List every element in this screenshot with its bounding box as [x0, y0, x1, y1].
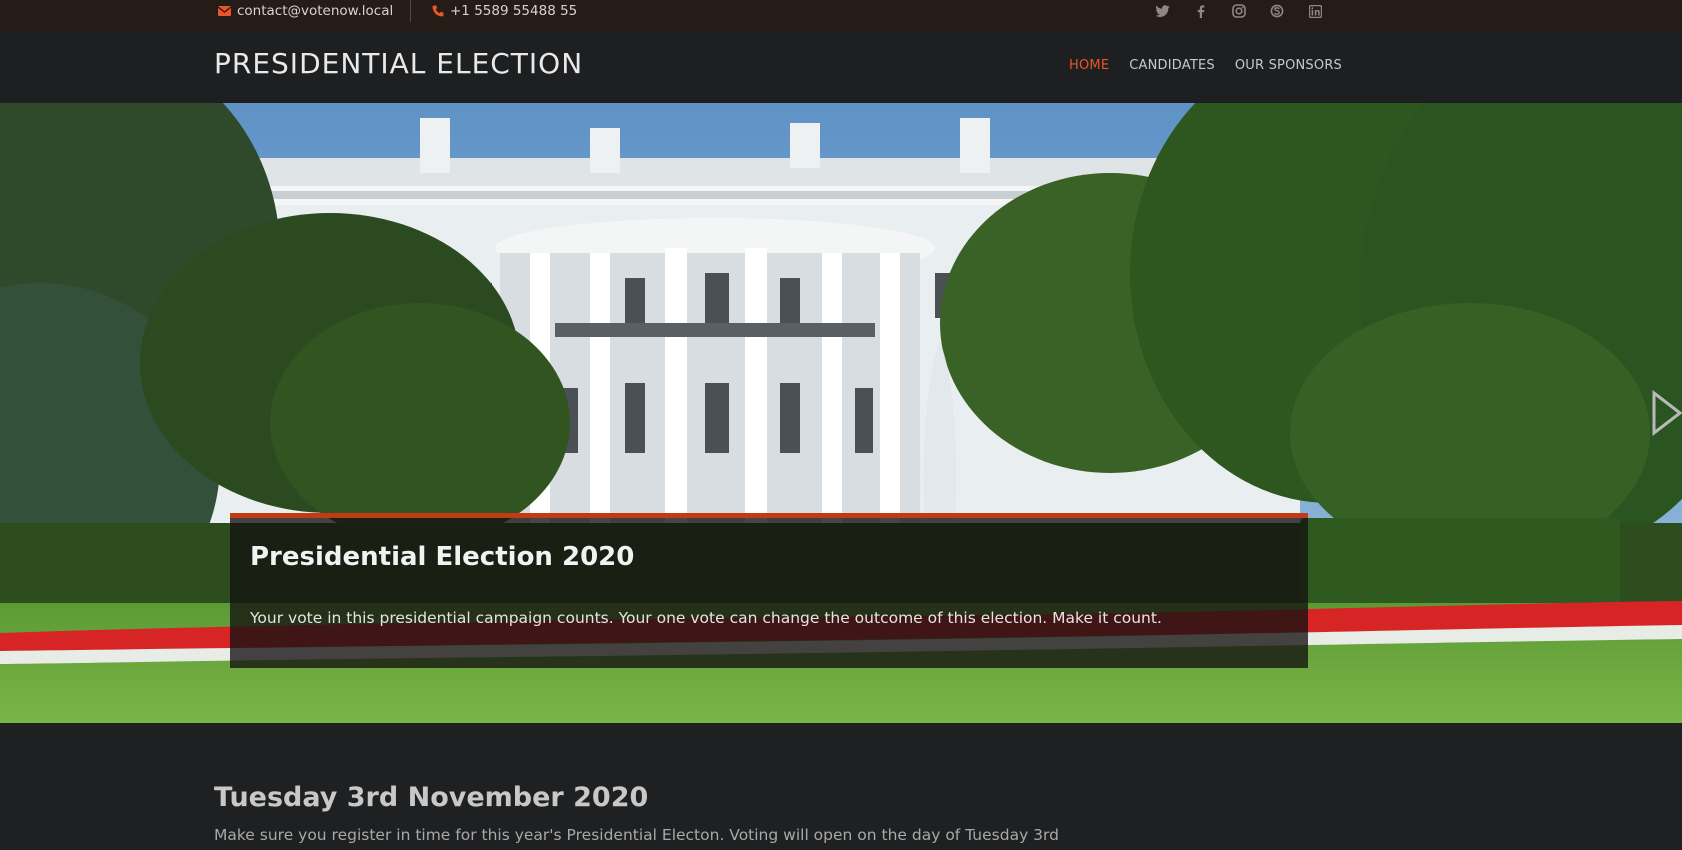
- twitter-icon[interactable]: [1144, 3, 1182, 19]
- social-links: [1144, 3, 1334, 19]
- slider-next-arrow[interactable]: [1650, 389, 1682, 440]
- instagram-icon[interactable]: [1220, 3, 1258, 19]
- nav-home[interactable]: HOME: [1069, 58, 1109, 73]
- top-contact-bar: contact@votenow.local +1 5589 55488 55: [0, 0, 1682, 32]
- event-date-title: Tuesday 3rd November 2020: [214, 782, 649, 813]
- email-text: contact@votenow.local: [237, 3, 394, 19]
- phone-text: +1 5589 55488 55: [450, 3, 578, 19]
- hero-slider: Presidential Election 2020 Your vote in …: [0, 103, 1682, 723]
- facebook-icon[interactable]: [1182, 3, 1220, 19]
- chevron-right-icon: [1652, 389, 1682, 437]
- nav-candidates[interactable]: CANDIDATES: [1129, 58, 1215, 73]
- hero-text: Your vote in this presidential campaign …: [250, 609, 1162, 627]
- site-brand[interactable]: PRESIDENTIAL ELECTION: [214, 50, 583, 78]
- hero-caption: Presidential Election 2020 Your vote in …: [230, 513, 1308, 668]
- skype-icon[interactable]: [1258, 3, 1296, 19]
- linkedin-icon[interactable]: [1296, 3, 1334, 19]
- event-description: Make sure you register in time for this …: [214, 826, 1059, 844]
- envelope-icon: [218, 6, 231, 16]
- hero-title: Presidential Election 2020: [250, 542, 635, 572]
- email-contact[interactable]: contact@votenow.local: [218, 0, 393, 22]
- nav-our-sponsors[interactable]: OUR SPONSORS: [1235, 58, 1342, 73]
- phone-icon: [432, 5, 444, 17]
- main-nav: HOME CANDIDATES OUR SPONSORS: [1069, 58, 1342, 73]
- phone-contact[interactable]: +1 5589 55488 55: [432, 0, 577, 22]
- contact-divider: [410, 0, 411, 22]
